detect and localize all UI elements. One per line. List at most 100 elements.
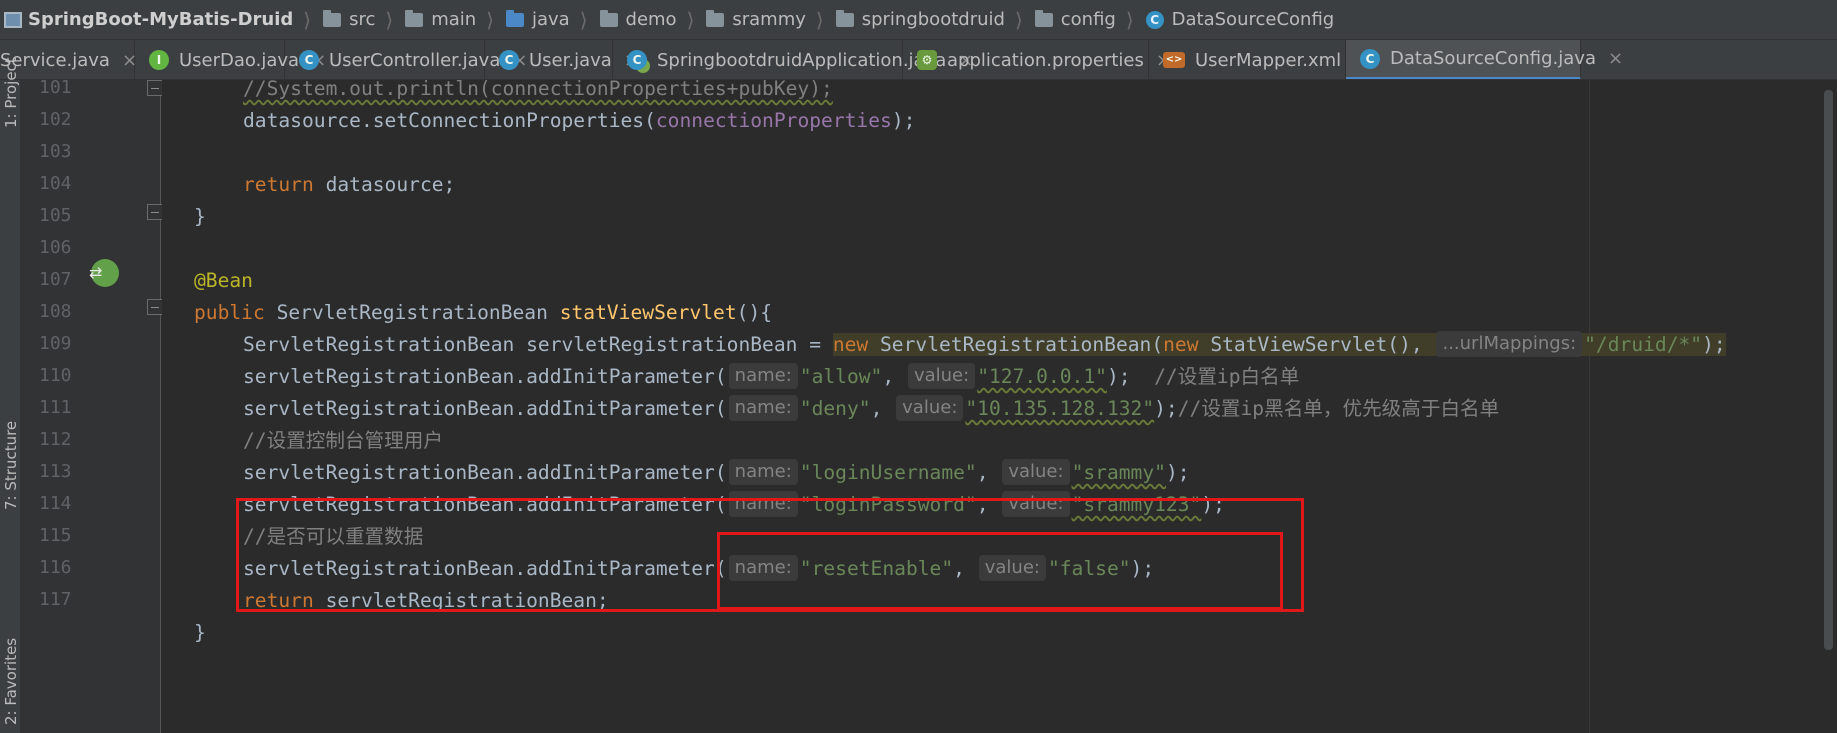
class-icon: C — [1360, 48, 1380, 69]
parameter-hint: name: — [728, 459, 798, 485]
close-tab-icon[interactable]: × — [1608, 48, 1623, 69]
tab-label: User.java — [529, 49, 612, 71]
line-number: 115 — [39, 525, 72, 546]
fold-marker-icon[interactable] — [147, 299, 163, 315]
line-number: 113 — [39, 461, 72, 482]
line-number: 101 — [39, 77, 72, 98]
project-icon — [4, 11, 22, 28]
breadcrumb-item[interactable]: srammy — [706, 9, 806, 30]
line-number: 106 — [39, 237, 72, 258]
parameter-hint: name: — [728, 395, 798, 421]
line-number: 116 — [39, 557, 72, 578]
xml-icon: <> — [1163, 52, 1185, 68]
code-line-102: datasource.setConnectionProperties(conne… — [243, 109, 916, 132]
breadcrumb-separator-icon: ⟩ — [303, 7, 312, 32]
breadcrumb-separator-icon: ⟩ — [686, 7, 695, 32]
tab-label: UserDao.java — [179, 49, 300, 71]
folder-icon — [323, 9, 342, 27]
line-number: 103 — [39, 141, 72, 162]
tab-user-java[interactable]: CUser.java× — [485, 40, 639, 79]
breadcrumb-item[interactable]: src — [323, 9, 375, 30]
breadcrumb-label: config — [1060, 9, 1116, 30]
right-margin-guide — [1589, 80, 1590, 733]
line-number: 114 — [39, 493, 72, 514]
breadcrumb-label: src — [349, 9, 376, 30]
package-icon — [835, 9, 854, 27]
breadcrumb-item[interactable]: demo — [599, 9, 677, 30]
breadcrumb-separator-icon: ⟩ — [1125, 7, 1134, 32]
tab-userdao-java[interactable]: IUserDao.java× — [135, 40, 326, 79]
breadcrumb-label: DataSourceConfig — [1171, 9, 1335, 30]
package-icon — [706, 9, 725, 27]
breadcrumb-item[interactable]: main — [405, 9, 476, 30]
parameter-hint: ...urlMappings: — [1436, 331, 1583, 357]
package-icon — [599, 9, 618, 27]
spring-bean-gutter-icon[interactable] — [89, 259, 119, 287]
code-line-105: } — [194, 205, 206, 228]
tab-usermapper-xml[interactable]: <>UserMapper.xml× — [1149, 40, 1368, 79]
fold-marker-icon[interactable] — [147, 204, 163, 220]
tab-service-java[interactable]: Service.java × — [0, 40, 137, 79]
parameter-hint: name: — [728, 491, 798, 517]
tab-label: DataSourceConfig.java — [1390, 48, 1596, 69]
tab-usercontroller-java[interactable]: C UserController.java × — [285, 40, 527, 79]
line-number: 104 — [39, 173, 72, 194]
breadcrumb-item[interactable]: config — [1034, 9, 1116, 30]
tab-label: UserController.java — [329, 49, 501, 71]
line-number: 102 — [39, 109, 72, 130]
tab-label: application.properties — [947, 49, 1144, 71]
tab-springbootdruidapplication-java[interactable]: C SpringbootdruidApplication.java × — [613, 40, 973, 79]
left-tool-window-strip: 1: Project 7: Structure 2: Favorites — [0, 57, 21, 733]
line-number: 107 — [39, 269, 72, 290]
parameter-hint: value: — [896, 395, 964, 421]
line-number: 105 — [39, 205, 72, 226]
package-icon — [1034, 9, 1053, 27]
breadcrumb-item[interactable]: java — [505, 9, 570, 30]
editor-gutter[interactable]: 101 102 103 104 105 106 107 108 109 110 111 112 113 1… — [21, 77, 163, 733]
class-icon: C — [299, 50, 319, 70]
line-number: 117 — [39, 589, 72, 610]
breadcrumb-label: demo — [625, 9, 677, 30]
breadcrumb-label: srammy — [732, 9, 806, 30]
class-icon: C — [499, 50, 519, 70]
breadcrumb-item[interactable]: C DataSourceConfig — [1145, 9, 1335, 30]
line-number: 110 — [39, 365, 72, 386]
class-icon: C — [1145, 10, 1164, 29]
parameter-hint: value: — [1002, 491, 1070, 517]
line-number: 112 — [39, 429, 72, 450]
tab-datasourceconfig-java[interactable]: C DataSourceConfig.java × — [1346, 40, 1623, 79]
breadcrumb-item[interactable]: SpringBoot-MyBatis-Druid — [4, 9, 293, 30]
breadcrumb-label: java — [531, 9, 570, 30]
breadcrumb-separator-icon: ⟩ — [815, 7, 824, 32]
code-line-117: return servletRegistrationBean; — [243, 589, 609, 612]
breadcrumb-separator-icon: ⟩ — [385, 7, 394, 32]
source-folder-icon — [505, 9, 524, 27]
parameter-hint: value: — [907, 363, 976, 389]
breadcrumb-separator-icon: ⟩ — [486, 7, 494, 32]
tab-label: UserMapper.xml — [1195, 49, 1342, 71]
fold-marker-icon[interactable] — [147, 80, 163, 96]
breadcrumb-separator-icon: ⟩ — [1014, 7, 1023, 32]
scrollbar-thumb[interactable] — [1824, 90, 1833, 650]
interface-icon: I — [149, 50, 169, 70]
parameter-hint: value: — [1002, 459, 1070, 485]
line-number: 109 — [39, 333, 72, 354]
breadcrumb-label: main — [431, 9, 477, 30]
parameter-hint: name: — [728, 363, 798, 389]
tab-application-properties[interactable]: ⚙application.properties× — [903, 40, 1171, 79]
parameter-hint: name: — [728, 555, 798, 581]
breadcrumb-item[interactable]: springbootdruid — [835, 9, 1005, 30]
code-line-118: } — [194, 621, 206, 644]
editor-tab-bar: Service.java×IUserDao.java×CUserControll… — [0, 40, 1837, 80]
properties-icon: ⚙ — [917, 50, 937, 70]
parameter-hint: value: — [978, 555, 1046, 581]
breadcrumb-label: springbootdruid — [861, 9, 1005, 30]
line-number: 108 — [39, 301, 72, 322]
spring-boot-class-icon: C — [627, 50, 647, 70]
breadcrumb-separator-icon: ⟩ — [579, 7, 588, 32]
code-editor[interactable]: //System.out.println(connectionPropertie… — [162, 80, 1837, 733]
code-line-104: return datasource; — [243, 173, 456, 196]
folder-icon — [405, 9, 424, 27]
line-number: 111 — [39, 397, 72, 418]
breadcrumb-label: SpringBoot-MyBatis-Druid — [28, 9, 294, 30]
